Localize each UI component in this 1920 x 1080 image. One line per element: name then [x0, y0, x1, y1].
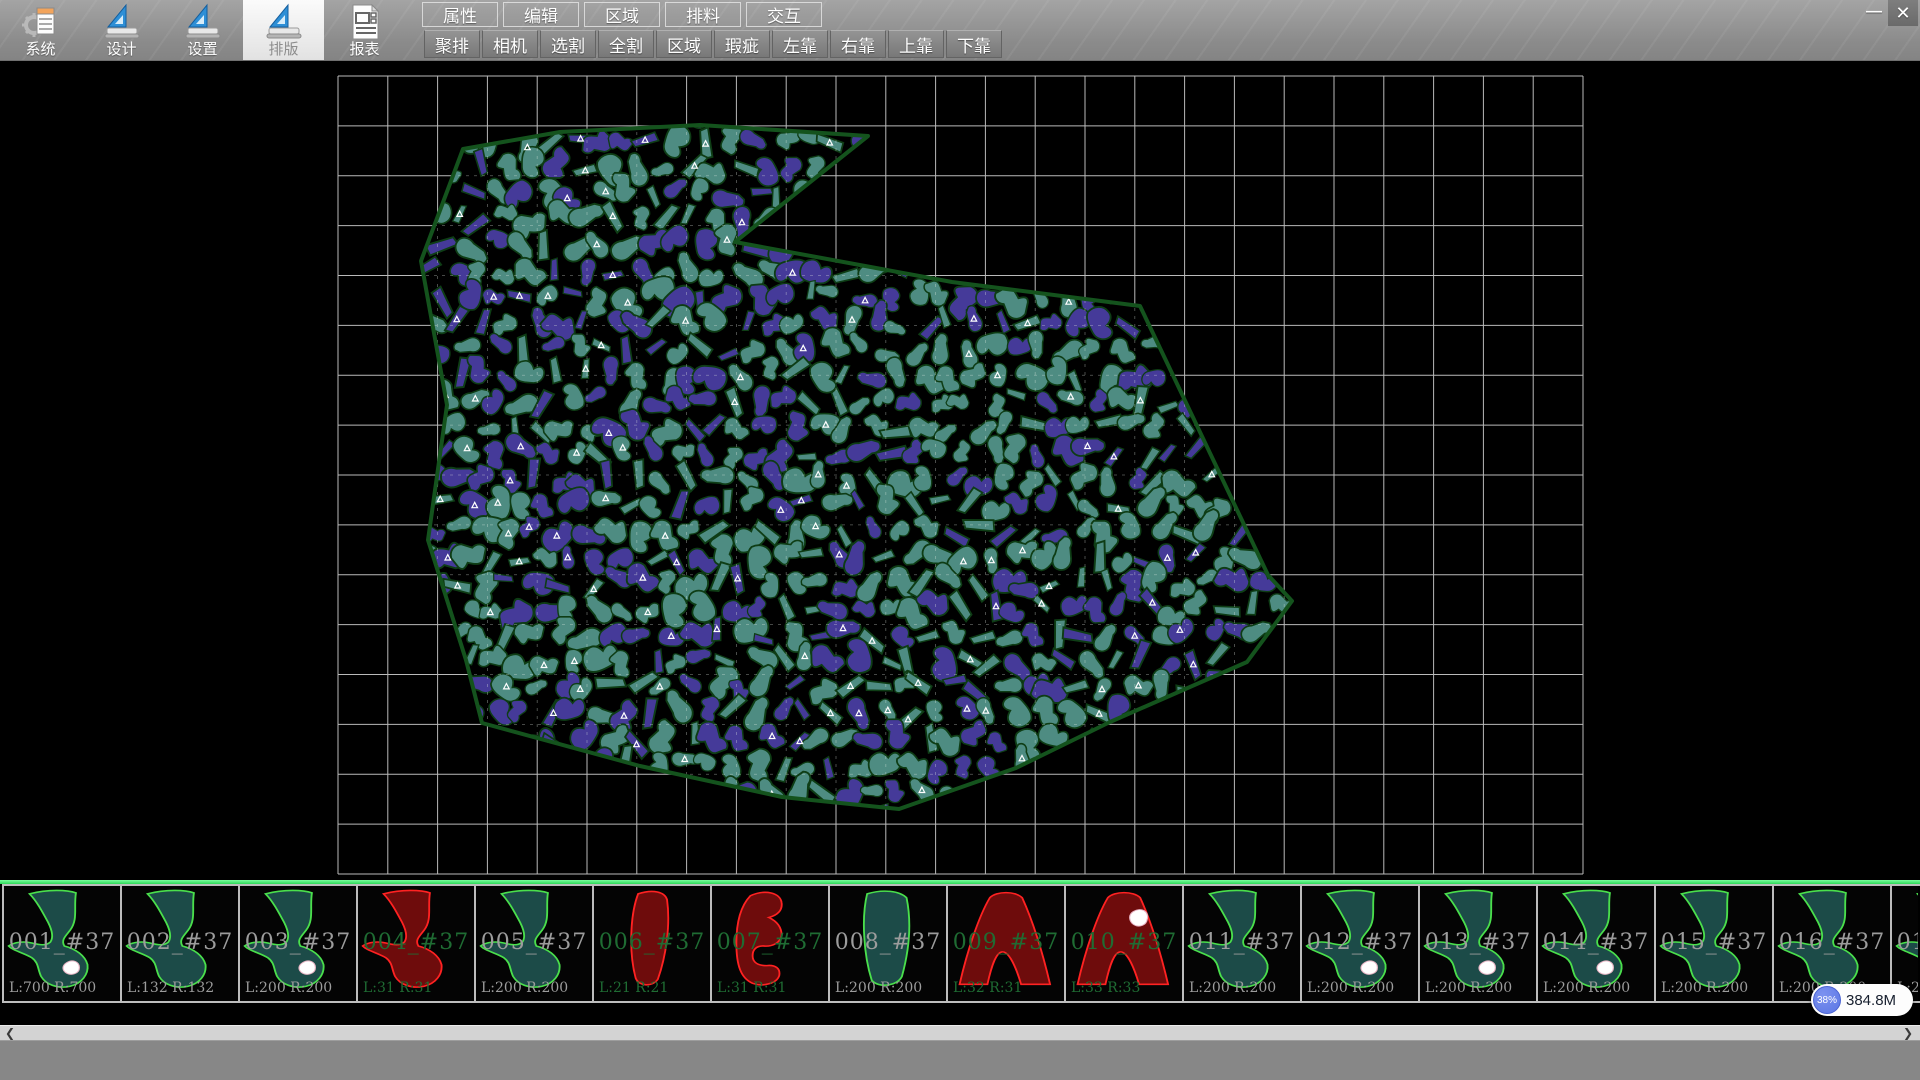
- pattern-cell-011_#37[interactable]: 011_#37L:200 R:200: [1184, 886, 1302, 1001]
- pattern-shape: [712, 886, 828, 1001]
- pattern-cell-008_#37[interactable]: 008_#37L:200 R:200: [830, 886, 948, 1001]
- tool-defect[interactable]: 瑕疵: [714, 30, 770, 58]
- minimize-button[interactable]: —: [1860, 0, 1888, 24]
- pattern-cell-009_#37[interactable]: 009_#37L:32 R:31: [948, 886, 1066, 1001]
- menu-edit[interactable]: 编辑: [503, 2, 579, 27]
- pattern-cell-004_#37[interactable]: 004_#37L:31 R:31: [358, 886, 476, 1001]
- pattern-cell-003_#37[interactable]: 003_#37L:200 R:200: [240, 886, 358, 1001]
- pattern-cells: 001_#37L:700 R:700002_#37L:132 R:132003_…: [2, 884, 1920, 1003]
- close-button[interactable]: ✕: [1888, 0, 1918, 26]
- pattern-shape: [1184, 886, 1300, 1001]
- menu-region[interactable]: 区域: [584, 2, 660, 27]
- system-icon: [21, 3, 61, 41]
- tool-snap-top[interactable]: 上靠: [888, 30, 944, 58]
- pattern-shape: [358, 886, 474, 1001]
- setsquare-icon: [264, 3, 304, 41]
- mode-label: 设计: [106, 41, 136, 58]
- scroll-right-arrow[interactable]: ❯: [1903, 1026, 1913, 1041]
- pattern-cell-013_#37[interactable]: 013_#37L:200 R:200: [1420, 886, 1538, 1001]
- pattern-cell-001_#37[interactable]: 001_#37L:700 R:700: [4, 886, 122, 1001]
- pattern-shape: [948, 886, 1064, 1001]
- mode-label: 设置: [187, 41, 217, 58]
- tool-snap-right[interactable]: 右靠: [830, 30, 886, 58]
- pattern-cell-006_#37[interactable]: 006_#37L:21 R:21: [594, 886, 712, 1001]
- mode-button-group: 系统 设计 设置 排版 报表: [0, 0, 405, 60]
- pattern-shape: [594, 886, 710, 1001]
- pattern-cell-015_#37[interactable]: 015_#37L:200 R:200: [1656, 886, 1774, 1001]
- pattern-shape: [240, 886, 356, 1001]
- nesting-drawing: [0, 60, 1920, 880]
- tool-button-row: 聚排相机选割全割区域瑕疵左靠右靠上靠下靠: [424, 30, 1004, 58]
- pattern-cell-007_#37[interactable]: 007_#37L:31 R:31: [712, 886, 830, 1001]
- tool-camera[interactable]: 相机: [482, 30, 538, 58]
- status-bar: [0, 1040, 1920, 1080]
- setsquare-icon: [183, 3, 223, 41]
- pattern-shape: [830, 886, 946, 1001]
- scroll-left-arrow[interactable]: ❮: [5, 1026, 15, 1041]
- tool-select-cut[interactable]: 选割: [540, 30, 596, 58]
- pattern-cell-014_#37[interactable]: 014_#37L:200 R:200: [1538, 886, 1656, 1001]
- report-icon: [345, 3, 385, 41]
- mode-label: 系统: [25, 41, 55, 58]
- menu-nesting[interactable]: 排料: [665, 2, 741, 27]
- tool-area[interactable]: 区域: [656, 30, 712, 58]
- pattern-shape: [1302, 886, 1418, 1001]
- memory-percent-gauge: 38%: [1813, 986, 1841, 1014]
- pattern-cell-012_#37[interactable]: 012_#37L:200 R:200: [1302, 886, 1420, 1001]
- pattern-thumbnail-strip: 001_#37L:700 R:700002_#37L:132 R:132003_…: [0, 884, 1920, 1003]
- mode-button-settings[interactable]: 设置: [162, 0, 243, 60]
- menu-properties[interactable]: 属性: [422, 2, 498, 27]
- tool-snap-left[interactable]: 左靠: [772, 30, 828, 58]
- pattern-shape: [1420, 886, 1536, 1001]
- window-controls: — ✕: [1860, 0, 1918, 26]
- pattern-shape: [1066, 886, 1182, 1001]
- pattern-shape: [1656, 886, 1772, 1001]
- pattern-shape: [122, 886, 238, 1001]
- mode-button-system[interactable]: 系统: [0, 0, 81, 60]
- tool-cluster-nest[interactable]: 聚排: [424, 30, 480, 58]
- nesting-canvas[interactable]: [0, 60, 1920, 880]
- tool-cut-all[interactable]: 全割: [598, 30, 654, 58]
- pattern-shape: [1538, 886, 1654, 1001]
- menu-bar: 属性编辑区域排料交互: [422, 2, 827, 28]
- app-window: 系统设计设置排版报表 属性编辑区域排料交互 聚排相机选割全割区域瑕疵左靠右靠上靠…: [0, 0, 1920, 1080]
- mode-label: 报表: [349, 41, 379, 58]
- menu-interact[interactable]: 交互: [746, 2, 822, 27]
- mode-label: 排版: [268, 41, 298, 58]
- mode-button-report[interactable]: 报表: [324, 0, 405, 60]
- pattern-cell-002_#37[interactable]: 002_#37L:132 R:132: [122, 886, 240, 1001]
- mode-button-layout[interactable]: 排版: [243, 0, 324, 60]
- memory-badge: 38% 384.8M: [1811, 984, 1913, 1016]
- strip-top-border: [0, 880, 1920, 884]
- memory-usage-label: 384.8M: [1846, 992, 1896, 1009]
- tool-snap-bottom[interactable]: 下靠: [946, 30, 1002, 58]
- pattern-shape: [4, 886, 120, 1001]
- pattern-shape: [476, 886, 592, 1001]
- pattern-cell-005_#37[interactable]: 005_#37L:200 R:200: [476, 886, 594, 1001]
- mode-button-design[interactable]: 设计: [81, 0, 162, 60]
- horizontal-scrollbar[interactable]: ❮ ❯: [0, 1025, 1920, 1040]
- pattern-cell-010_#37[interactable]: 010_#37L:33 R:33: [1066, 886, 1184, 1001]
- setsquare-icon: [102, 3, 142, 41]
- main-toolbar: 系统设计设置排版报表 属性编辑区域排料交互 聚排相机选割全割区域瑕疵左靠右靠上靠…: [0, 0, 1920, 61]
